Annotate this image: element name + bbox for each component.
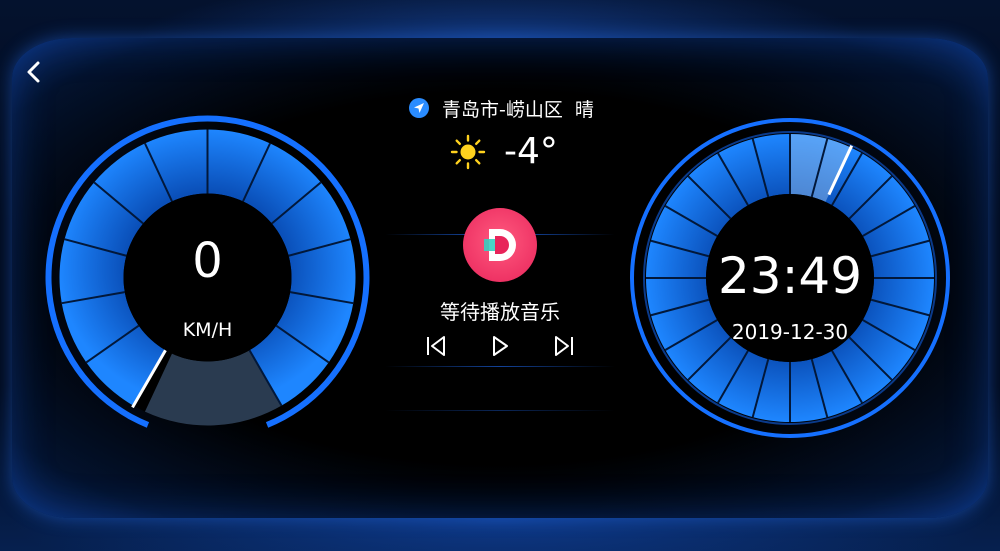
clock-date: 2019-12-30 xyxy=(731,320,849,344)
next-track-icon xyxy=(555,336,573,356)
location-text: 青岛市-崂山区 晴 xyxy=(442,98,594,121)
location-bar[interactable]: 青岛市-崂山区 晴 xyxy=(408,94,594,122)
clock-time: 23:49 xyxy=(717,247,863,305)
back-button[interactable] xyxy=(18,56,50,88)
divider-bottom-2 xyxy=(385,410,615,411)
sun-icon xyxy=(450,134,486,170)
play-icon xyxy=(493,336,508,356)
previous-track-icon xyxy=(427,336,445,356)
next-track-button[interactable] xyxy=(550,332,578,360)
playback-controls xyxy=(422,332,578,360)
location-arrow-icon xyxy=(408,97,430,119)
divider-bottom xyxy=(385,366,615,367)
play-button[interactable] xyxy=(486,332,514,360)
speed-value: 0 xyxy=(192,233,223,289)
chevron-left-icon xyxy=(27,61,40,83)
clock-gauge: 23:49 2019-12-30 xyxy=(630,118,950,438)
speedometer: 0 KM/H xyxy=(45,115,370,440)
weather: -4° xyxy=(450,130,558,174)
music-status: 等待播放音乐 xyxy=(440,300,560,324)
temperature: -4° xyxy=(504,131,558,172)
previous-track-button[interactable] xyxy=(422,332,450,360)
music-app-icon xyxy=(484,229,516,261)
music-app-button[interactable] xyxy=(463,208,537,282)
speed-unit: KM/H xyxy=(182,319,233,341)
